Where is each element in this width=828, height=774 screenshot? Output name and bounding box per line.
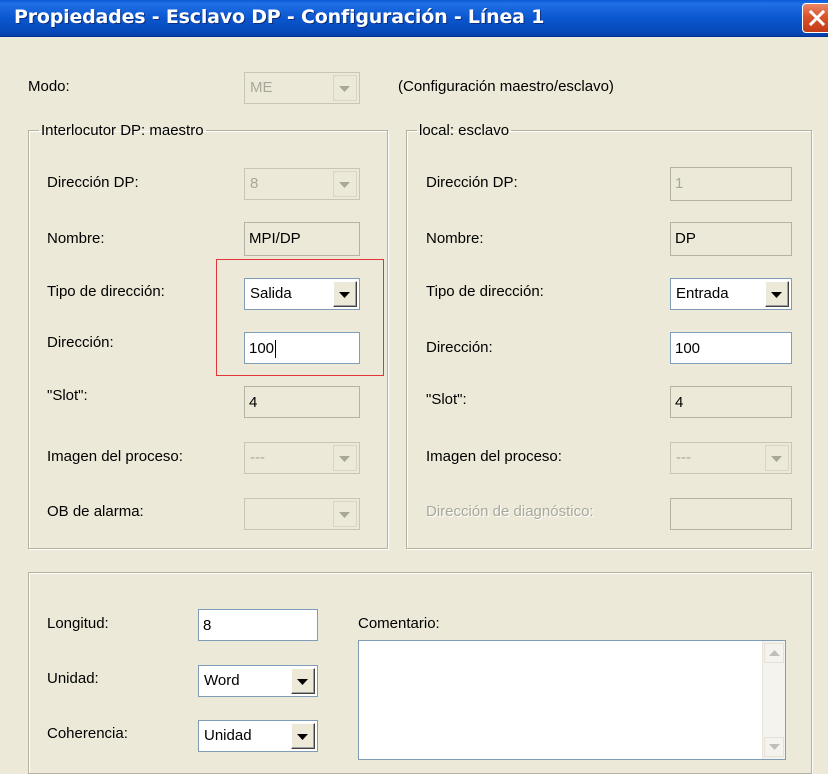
- slave-name-field: DP: [670, 222, 792, 256]
- highlight-box: [216, 259, 384, 376]
- chevron-up-icon: [769, 650, 780, 656]
- master-dp-address-value: 8: [250, 175, 259, 192]
- master-dp-address-label: Dirección DP:: [47, 174, 139, 191]
- slave-process-image-select[interactable]: ---: [670, 442, 792, 474]
- chevron-down-icon: [765, 445, 789, 471]
- chevron-down-icon: [333, 501, 357, 527]
- comment-scrollbar[interactable]: [762, 641, 785, 759]
- master-process-image-select[interactable]: ---: [244, 442, 360, 474]
- slave-address-label: Dirección:: [426, 339, 493, 356]
- chevron-down-icon: [333, 171, 357, 197]
- mode-select[interactable]: ME: [244, 72, 360, 104]
- unit-value: Word: [204, 672, 240, 689]
- master-name-field: MPI/DP: [244, 222, 360, 256]
- chevron-down-icon: [291, 723, 315, 749]
- chevron-down-icon: [333, 445, 357, 471]
- slave-address-type-label: Tipo de dirección:: [426, 283, 544, 300]
- master-alarm-ob-select[interactable]: [244, 498, 360, 530]
- chevron-down-icon: [765, 281, 789, 307]
- master-process-image-value: ---: [250, 449, 265, 466]
- mode-description: (Configuración maestro/esclavo): [398, 78, 614, 95]
- slave-dp-address-field: 1: [670, 167, 792, 201]
- consistency-label: Coherencia:: [47, 725, 128, 742]
- length-input[interactable]: 8: [198, 609, 318, 641]
- slave-process-image-value: ---: [676, 449, 691, 466]
- consistency-select[interactable]: Unidad: [198, 720, 318, 752]
- master-name-label: Nombre:: [47, 230, 105, 247]
- chevron-down-icon: [291, 668, 315, 694]
- unit-select[interactable]: Word: [198, 665, 318, 697]
- slave-diag-address-field: [670, 498, 792, 530]
- master-dp-address-select[interactable]: 8: [244, 168, 360, 200]
- unit-label: Unidad:: [47, 670, 99, 687]
- master-process-image-label: Imagen del proceso:: [47, 448, 183, 465]
- scroll-up-button[interactable]: [764, 643, 784, 663]
- slave-process-image-label: Imagen del proceso:: [426, 448, 562, 465]
- master-slot-label: "Slot":: [47, 387, 88, 404]
- master-address-label: Dirección:: [47, 334, 114, 351]
- mode-value: ME: [250, 79, 273, 96]
- comment-textarea[interactable]: [358, 640, 786, 760]
- slave-slot-field: 4: [670, 386, 792, 418]
- length-label: Longitud:: [47, 615, 109, 632]
- master-group-legend: Interlocutor DP: maestro: [41, 122, 204, 139]
- close-icon: [808, 9, 826, 27]
- slave-slot-label: "Slot":: [426, 391, 467, 408]
- slave-dp-address-label: Dirección DP:: [426, 174, 518, 191]
- scroll-down-button[interactable]: [764, 737, 784, 757]
- comment-label: Comentario:: [358, 615, 440, 632]
- title-bar[interactable]: Propiedades - Esclavo DP - Configuración…: [0, 0, 828, 37]
- close-button[interactable]: [802, 3, 828, 33]
- master-alarm-ob-label: OB de alarma:: [47, 503, 144, 520]
- slave-address-input[interactable]: 100: [670, 332, 792, 364]
- slave-address-type-select[interactable]: Entrada: [670, 278, 792, 310]
- chevron-down-icon: [769, 744, 780, 750]
- master-address-type-label: Tipo de dirección:: [47, 283, 165, 300]
- slave-address-type-value: Entrada: [676, 285, 729, 302]
- mode-label: Modo:: [28, 78, 70, 95]
- slave-name-label: Nombre:: [426, 230, 484, 247]
- chevron-down-icon: [333, 75, 357, 101]
- slave-diag-address-label: Dirección de diagnóstico:: [426, 503, 594, 520]
- slave-group-legend: local: esclavo: [419, 122, 510, 139]
- master-slot-field: 4: [244, 386, 360, 418]
- window-title: Propiedades - Esclavo DP - Configuración…: [14, 6, 545, 28]
